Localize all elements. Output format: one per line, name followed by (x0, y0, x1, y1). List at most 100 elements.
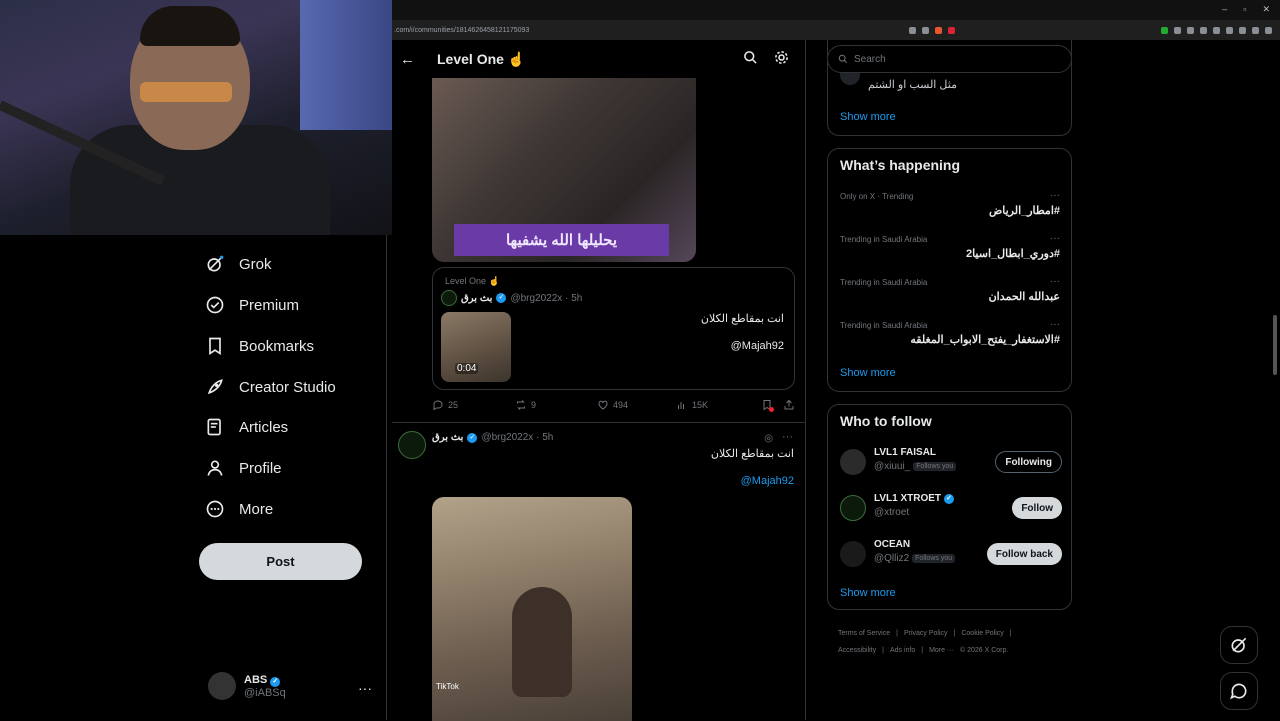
share-icon (784, 399, 794, 410)
address-bar[interactable]: .com/i/communities/1814626458121175093 (392, 20, 1280, 40)
avatar (441, 290, 457, 306)
sidebar-item-bookmarks[interactable]: Bookmarks (205, 336, 314, 356)
streamer-hair (140, 6, 240, 46)
scrollbar[interactable] (1273, 315, 1277, 375)
sidebar-item-more[interactable]: More (205, 499, 273, 519)
extension-icon[interactable] (1213, 26, 1220, 34)
extension-icon[interactable] (1161, 26, 1168, 34)
profile-icon (207, 460, 223, 476)
account-switcher[interactable]: ABS ✓ @iABSq (208, 672, 286, 700)
video-figure (512, 587, 572, 697)
quote-mention[interactable]: @Majah92 (731, 340, 784, 352)
reply-icon (433, 400, 443, 411)
post-image[interactable]: يحليلها الله يشفيها (432, 78, 696, 262)
trend-item[interactable]: Trending in Saudi Arabia عبدالله الحمدان… (840, 276, 1060, 303)
user-handle-row: @Qlliz2 Follows you (874, 553, 956, 564)
avatar[interactable] (840, 541, 866, 567)
maximize-button[interactable]: ▫ (1243, 4, 1246, 15)
extension-icon[interactable] (935, 26, 942, 34)
url-text[interactable]: .com/i/communities/1814626458121175093 (394, 27, 909, 34)
sidebar-item-premium[interactable]: Premium (205, 295, 299, 315)
show-more-link[interactable]: Show more (840, 587, 896, 599)
footer-link[interactable]: Cookie Policy (961, 630, 1003, 637)
follow-back-button[interactable]: Follow back (986, 543, 1062, 565)
more-icon[interactable]: ··· (1050, 276, 1060, 287)
follow-suggestion[interactable]: OCEAN @Qlliz2 Follows you Follow back (840, 537, 1062, 573)
sidebar-item-grok[interactable]: Grok (205, 254, 272, 274)
more-icon[interactable]: ··· (782, 431, 793, 443)
footer-link[interactable]: Ads info (890, 647, 915, 654)
trend-tag: عبدالله الحمدان (988, 291, 1060, 303)
more-icon[interactable]: ··· (1050, 319, 1060, 330)
minimize-button[interactable]: – (1222, 4, 1227, 15)
video-thumbnail[interactable]: 0:04 (441, 312, 511, 382)
sidebar-item-articles[interactable]: Articles (205, 417, 288, 437)
post-video[interactable]: TikTok (432, 497, 632, 721)
show-more-link[interactable]: Show more (840, 111, 896, 123)
show-more-link[interactable]: Show more (840, 367, 896, 379)
avatar[interactable] (398, 431, 426, 459)
footer-link[interactable]: Privacy Policy (904, 630, 948, 637)
notification-dot-icon (768, 407, 774, 412)
account-more-icon[interactable]: ··· (358, 680, 372, 696)
grok-fab-button[interactable] (1220, 626, 1258, 664)
post[interactable]: بث برق ✓ @brg2022x · 5h ◎ ··· انت بمقاطع… (392, 422, 805, 721)
footer-separator: | (896, 630, 898, 637)
extension-icon[interactable] (1200, 26, 1207, 34)
trend-item[interactable]: Trending in Saudi Arabia #الاستغفار_يفتح… (840, 319, 1060, 346)
extension-icon[interactable] (909, 26, 916, 34)
close-window-button[interactable]: ✕ (1262, 4, 1270, 15)
extension-icon[interactable] (1252, 26, 1259, 34)
extension-icon[interactable] (1239, 26, 1246, 34)
follow-button[interactable]: Follow (1012, 497, 1062, 519)
post-mention[interactable]: @Majah92 (741, 475, 794, 487)
verified-icon: ✓ (270, 676, 281, 687)
more-icon[interactable]: ··· (1050, 190, 1060, 201)
footer-link[interactable]: More ··· (929, 647, 954, 654)
share-button[interactable] (783, 399, 795, 411)
post-author-row: بث برق ✓ @brg2022x · 5h (432, 432, 553, 443)
whats-happening-card: What’s happening Only on X · Trending #ا… (827, 148, 1072, 392)
trend-item[interactable]: Trending in Saudi Arabia #دوري_ابطال_اسي… (840, 233, 1060, 260)
window-controls: – ▫ ✕ (1222, 4, 1270, 15)
grok-icon[interactable]: ◎ (764, 433, 773, 444)
more-icon[interactable]: ··· (1050, 233, 1060, 244)
sidebar-item-profile[interactable]: Profile (205, 458, 282, 478)
extension-icon[interactable] (1265, 26, 1272, 34)
bookmark-button[interactable] (761, 399, 774, 412)
follow-suggestion[interactable]: LVL1 FAISAL @xiuui_ Follows you Following (840, 445, 1062, 481)
avatar[interactable] (840, 449, 866, 475)
repost-button[interactable]: 9 (515, 399, 597, 411)
extension-icon[interactable] (1226, 26, 1233, 34)
avatar[interactable] (840, 495, 866, 521)
extension-icon[interactable] (922, 26, 929, 34)
messages-fab-button[interactable] (1220, 672, 1258, 710)
trend-meta: Trending in Saudi Arabia (840, 321, 928, 330)
trend-item[interactable]: Only on X · Trending #امطار_الرياض ··· (840, 190, 1060, 217)
back-arrow-icon[interactable]: ← (400, 51, 415, 68)
tiktok-watermark: TikTok (436, 682, 459, 691)
post-actions: 25 9 494 15K (432, 399, 795, 412)
extension-icon[interactable] (1174, 26, 1181, 34)
extension-icon[interactable] (948, 26, 955, 34)
footer-link[interactable]: Terms of Service (838, 630, 890, 637)
quoted-post[interactable]: Level One ☝ بث برق ✓ @brg2022x · 5h 0:04… (432, 267, 795, 390)
following-button[interactable]: Following (995, 451, 1062, 473)
post-button[interactable]: Post (199, 543, 362, 580)
post-author-name[interactable]: بث برق (432, 432, 463, 443)
gear-icon[interactable] (774, 50, 789, 65)
footer-link[interactable]: Accessibility (838, 647, 876, 654)
reply-button[interactable]: 25 (432, 399, 515, 411)
account-name-row: ABS ✓ (244, 674, 286, 687)
who-to-follow-card: Who to follow LVL1 FAISAL @xiuui_ Follows… (827, 404, 1072, 610)
sidebar (0, 235, 386, 720)
sidebar-item-label: Premium (239, 296, 300, 314)
like-button[interactable]: 494 (597, 399, 676, 411)
search-input[interactable]: Search (827, 45, 1072, 73)
views-button[interactable]: 15K (676, 399, 761, 411)
extension-icon[interactable] (1187, 26, 1194, 34)
sidebar-item-creator-studio[interactable]: Creator Studio (205, 377, 336, 397)
follows-you-badge: Follows you (913, 462, 957, 471)
search-icon[interactable] (743, 50, 758, 65)
follow-suggestion[interactable]: LVL1 XTROET ✓ @xtroet Follow (840, 491, 1062, 527)
